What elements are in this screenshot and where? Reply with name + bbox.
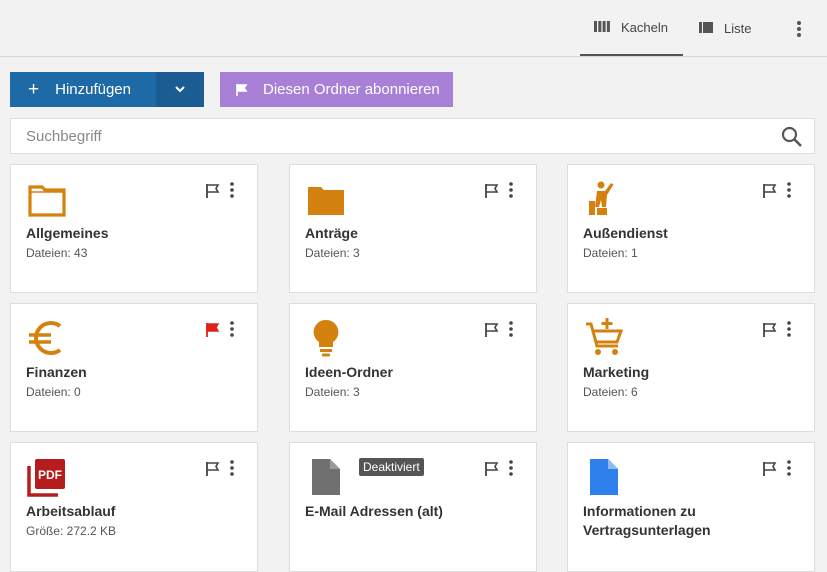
card-meta: Dateien: 0 bbox=[26, 385, 81, 399]
folder-card[interactable]: Allgemeines Dateien: 43 bbox=[10, 164, 258, 293]
card-title: Informationen zu Vertragsunterlagen bbox=[583, 503, 711, 538]
top-bar: Kacheln Liste bbox=[0, 0, 827, 57]
add-button-group: + Hinzufügen bbox=[10, 72, 204, 107]
more-vertical-icon bbox=[787, 182, 791, 198]
file-card[interactable]: PDF Arbeitsablauf Größe: 272.2 KB bbox=[10, 442, 258, 572]
subscribe-flag-icon[interactable] bbox=[205, 461, 221, 477]
add-dropdown-button[interactable] bbox=[156, 72, 204, 107]
card-more-button[interactable] bbox=[506, 460, 516, 478]
card-title: Marketing bbox=[583, 364, 650, 380]
field-worker-icon bbox=[589, 181, 614, 215]
file-card[interactable]: Informationen zu Vertragsunterlagen bbox=[567, 442, 815, 572]
folder-outline-icon bbox=[28, 185, 66, 217]
subscribe-flag-icon[interactable] bbox=[762, 183, 778, 199]
folder-card[interactable]: Finanzen Dateien: 0 bbox=[10, 303, 258, 432]
card-meta: Größe: 272.2 KB bbox=[26, 524, 117, 538]
subscribe-flag-icon[interactable] bbox=[484, 183, 500, 199]
card-more-button[interactable] bbox=[227, 460, 237, 478]
list-view-icon bbox=[699, 21, 713, 36]
document-gray-icon bbox=[312, 459, 340, 495]
cart-plus-icon bbox=[586, 318, 624, 355]
search-bar bbox=[10, 118, 815, 154]
pdf-file-icon: PDF bbox=[27, 459, 65, 497]
tab-list-view[interactable]: Liste bbox=[697, 0, 751, 56]
subscribe-flag-icon[interactable] bbox=[484, 322, 500, 338]
card-more-button[interactable] bbox=[784, 321, 794, 339]
folder-card[interactable]: Marketing Dateien: 6 bbox=[567, 303, 815, 432]
card-more-button[interactable] bbox=[784, 182, 794, 200]
subscribe-flag-icon[interactable] bbox=[484, 461, 500, 477]
more-vertical-icon bbox=[509, 182, 513, 198]
more-vertical-icon bbox=[787, 460, 791, 476]
folder-card[interactable]: Anträge Dateien: 3 bbox=[289, 164, 537, 293]
card-more-button[interactable] bbox=[227, 321, 237, 339]
plus-icon: + bbox=[28, 79, 40, 100]
add-button-label: Hinzufügen bbox=[55, 81, 131, 98]
euro-icon bbox=[29, 321, 62, 355]
card-meta: Dateien: 1 bbox=[583, 246, 638, 260]
subscribe-folder-button[interactable]: Diesen Ordner abonnieren bbox=[220, 72, 453, 107]
tab-tiles-view[interactable]: Kacheln bbox=[580, 0, 683, 56]
card-more-button[interactable] bbox=[227, 182, 237, 200]
card-more-button[interactable] bbox=[506, 182, 516, 200]
subscribe-flag-icon[interactable] bbox=[205, 322, 221, 338]
card-title: E-Mail Adressen (alt) bbox=[305, 503, 443, 519]
card-meta: Dateien: 6 bbox=[583, 385, 638, 399]
folder-card[interactable]: Außendienst Dateien: 1 bbox=[567, 164, 815, 293]
file-card[interactable]: Deaktiviert E-Mail Adressen (alt) bbox=[289, 442, 537, 572]
card-title: Ideen-Ordner bbox=[305, 364, 393, 380]
subscribe-flag-icon[interactable] bbox=[205, 183, 221, 199]
card-meta: Dateien: 3 bbox=[305, 246, 360, 260]
lightbulb-icon bbox=[313, 319, 339, 357]
subscribe-flag-icon[interactable] bbox=[762, 322, 778, 338]
more-vertical-icon bbox=[230, 460, 234, 476]
chevron-down-icon bbox=[175, 86, 185, 93]
card-more-button[interactable] bbox=[506, 321, 516, 339]
card-title: Anträge bbox=[305, 225, 358, 241]
svg-text:PDF: PDF bbox=[38, 468, 62, 482]
search-icon[interactable] bbox=[781, 126, 803, 148]
card-title: Allgemeines bbox=[26, 225, 109, 241]
more-vertical-icon bbox=[509, 321, 513, 337]
subscribe-button-label: Diesen Ordner abonnieren bbox=[263, 81, 440, 98]
document-blue-icon bbox=[590, 459, 618, 495]
tab-tiles-label: Kacheln bbox=[621, 19, 668, 35]
tab-list-label: Liste bbox=[724, 20, 752, 36]
card-title: Außendienst bbox=[583, 225, 668, 241]
card-title: Arbeitsablauf bbox=[26, 503, 116, 519]
card-meta: Dateien: 43 bbox=[26, 246, 88, 260]
card-title: Finanzen bbox=[26, 364, 87, 380]
card-more-button[interactable] bbox=[784, 460, 794, 478]
more-options-button[interactable] bbox=[788, 18, 810, 40]
more-vertical-icon bbox=[230, 182, 234, 198]
search-input[interactable] bbox=[11, 119, 771, 153]
flag-icon bbox=[236, 83, 248, 96]
add-button[interactable]: + Hinzufügen bbox=[10, 72, 156, 107]
more-vertical-icon bbox=[787, 321, 791, 337]
folder-filled-icon bbox=[308, 187, 344, 215]
subscribe-flag-icon[interactable] bbox=[762, 461, 778, 477]
more-vertical-icon bbox=[230, 321, 234, 337]
more-vertical-icon bbox=[509, 460, 513, 476]
tiles-view-icon bbox=[594, 20, 610, 35]
status-badge: Deaktiviert bbox=[359, 458, 424, 476]
card-meta: Dateien: 3 bbox=[305, 385, 360, 399]
folder-card[interactable]: Ideen-Ordner Dateien: 3 bbox=[289, 303, 537, 432]
more-vertical-icon bbox=[797, 21, 801, 37]
